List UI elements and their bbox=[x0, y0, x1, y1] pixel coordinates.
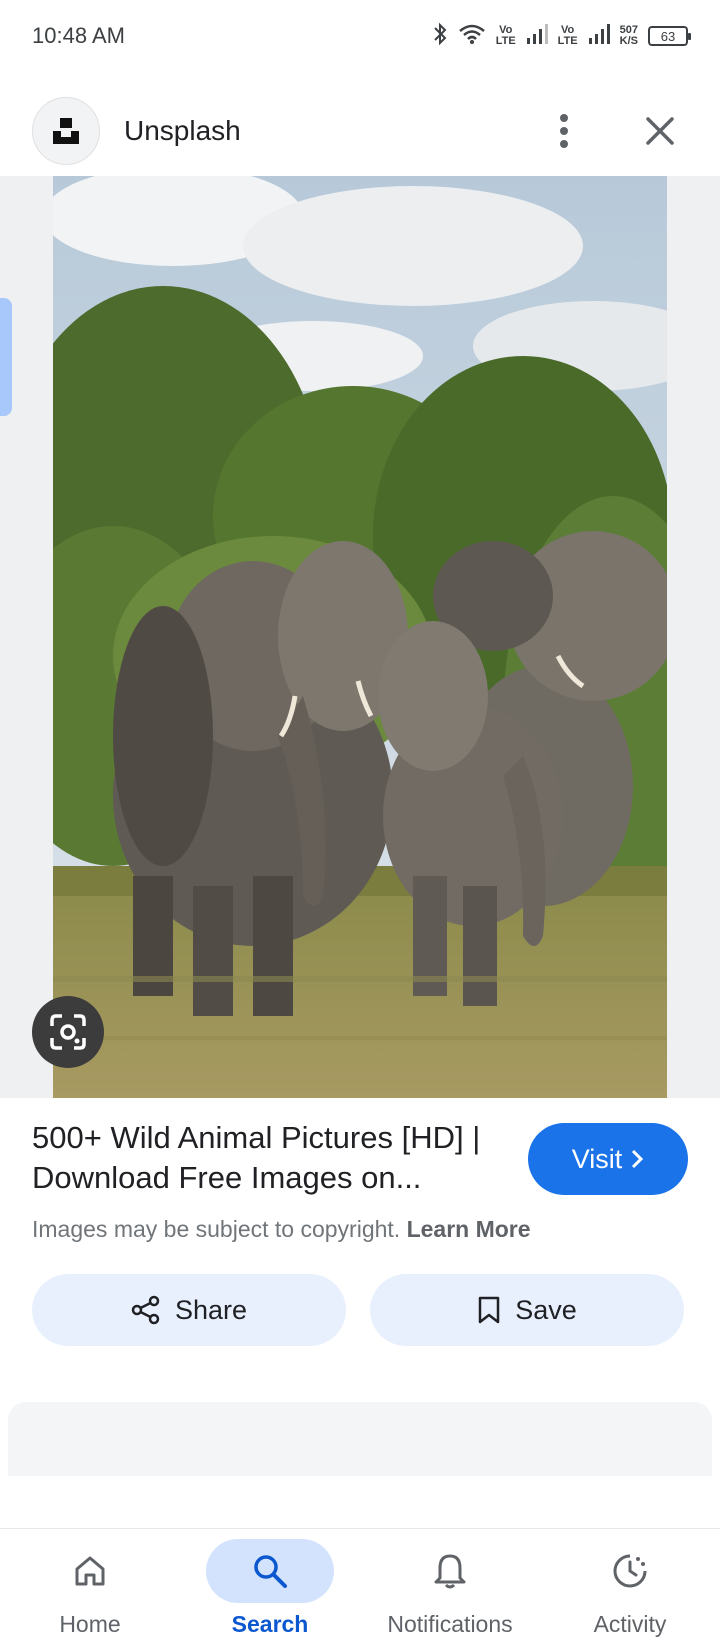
activity-icon bbox=[613, 1554, 647, 1588]
nav-label: Home bbox=[59, 1611, 121, 1637]
result-info: 500+ Wild Animal Pictures [HD] | Downloa… bbox=[32, 1118, 688, 1243]
volte-indicator: Vo LTE bbox=[557, 24, 578, 47]
nav-search[interactable]: Search bbox=[180, 1529, 360, 1640]
related-content-card bbox=[8, 1402, 712, 1476]
close-icon bbox=[646, 117, 674, 145]
share-icon bbox=[131, 1295, 160, 1325]
more-options-button[interactable] bbox=[536, 103, 592, 159]
signal-icon bbox=[526, 23, 548, 50]
battery-icon: 63 bbox=[648, 26, 691, 46]
nav-label: Search bbox=[231, 1611, 309, 1637]
google-lens-button[interactable] bbox=[32, 996, 104, 1068]
close-button[interactable] bbox=[632, 103, 688, 159]
image-preview-area bbox=[0, 176, 720, 1098]
network-speed: 507 K/S bbox=[619, 24, 638, 47]
chevron-right-icon bbox=[632, 1149, 644, 1169]
nav-home[interactable]: Home bbox=[0, 1529, 180, 1640]
visit-button[interactable]: Visit bbox=[528, 1123, 688, 1195]
bookmark-icon bbox=[478, 1296, 500, 1324]
share-label: Share bbox=[174, 1294, 248, 1325]
bluetooth-icon bbox=[432, 22, 448, 51]
signal-icon bbox=[588, 23, 610, 50]
visit-label: Visit bbox=[571, 1143, 623, 1174]
bell-icon bbox=[434, 1554, 466, 1589]
bottom-navigation: Home Search Notifications Activity bbox=[0, 1528, 720, 1640]
result-header: Unsplash bbox=[0, 86, 720, 176]
volte-indicator: Vo LTE bbox=[495, 24, 516, 47]
site-name[interactable]: Unsplash bbox=[124, 115, 496, 147]
more-vert-icon bbox=[560, 114, 568, 148]
nav-activity[interactable]: Activity bbox=[540, 1529, 720, 1640]
status-bar: 10:48 AM Vo LTE Vo LTE 507 K/S 63 bbox=[0, 0, 720, 72]
share-button[interactable]: Share bbox=[32, 1274, 346, 1346]
search-icon bbox=[254, 1555, 287, 1588]
status-time: 10:48 AM bbox=[32, 23, 125, 48]
home-icon bbox=[75, 1556, 105, 1586]
nav-notifications[interactable]: Notifications bbox=[360, 1529, 540, 1640]
nav-label: Notifications bbox=[387, 1611, 513, 1637]
result-title[interactable]: 500+ Wild Animal Pictures [HD] | Downloa… bbox=[32, 1118, 512, 1198]
lens-icon bbox=[50, 1014, 86, 1050]
action-buttons: Share Save bbox=[32, 1274, 684, 1346]
save-label: Save bbox=[515, 1294, 577, 1325]
copyright-text: Images may be subject to copyright. bbox=[32, 1216, 401, 1242]
side-panel-handle[interactable] bbox=[0, 298, 12, 416]
copyright-notice: Images may be subject to copyright. Lear… bbox=[32, 1216, 688, 1243]
nav-label: Activity bbox=[593, 1611, 667, 1637]
elephant-photo[interactable] bbox=[53, 176, 667, 1098]
learn-more-link[interactable]: Learn More bbox=[407, 1216, 531, 1242]
save-button[interactable]: Save bbox=[370, 1274, 684, 1346]
wifi-icon bbox=[458, 23, 486, 50]
status-icons: Vo LTE Vo LTE 507 K/S 63 bbox=[432, 22, 691, 51]
unsplash-logo-icon[interactable] bbox=[32, 97, 100, 165]
